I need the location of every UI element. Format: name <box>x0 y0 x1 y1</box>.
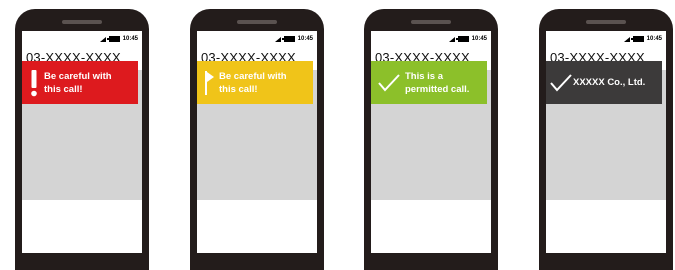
caller-id-banner: XXXXX Co., Ltd. <box>546 61 662 104</box>
home-indicator[interactable] <box>587 244 625 248</box>
flag-icon <box>203 69 215 97</box>
banner-line-1: Be careful with <box>219 70 287 82</box>
status-bar: 10:45 <box>448 34 487 44</box>
home-indicator[interactable] <box>63 244 101 248</box>
signal-icon <box>623 36 630 42</box>
exclamation-icon <box>28 69 40 97</box>
status-bar: 10:45 <box>99 34 138 44</box>
status-time: 10:45 <box>122 36 138 42</box>
caller-id-banner: Be careful with this call! <box>197 61 313 104</box>
banner-message: Be careful with this call! <box>44 70 112 96</box>
banner-line-2: this call! <box>219 83 258 95</box>
earpiece <box>411 20 451 24</box>
banner-line-1: Be careful with <box>44 70 112 82</box>
phone-2: 10:45 03-XXXX-XXXX Be careful with this … <box>190 9 324 270</box>
caller-id-banner: Be careful with this call! <box>22 61 138 104</box>
earpiece <box>62 20 102 24</box>
home-indicator[interactable] <box>238 244 276 248</box>
checkmark-icon <box>377 73 401 93</box>
battery-icon <box>106 36 120 42</box>
checkmark-icon <box>550 73 572 93</box>
home-indicator[interactable] <box>412 244 450 248</box>
phone-3: 10:45 03-XXXX-XXXX This is a permitted c… <box>364 9 498 270</box>
signal-icon <box>99 36 106 42</box>
battery-icon <box>455 36 469 42</box>
banner-message: This is a permitted call. <box>405 70 469 96</box>
caller-id-banner: This is a permitted call. <box>371 61 487 104</box>
phone-4: 10:45 03-XXXX-XXXX XXXXX Co., Ltd. <box>539 9 673 270</box>
signal-icon <box>274 36 281 42</box>
banner-line-2: permitted call. <box>405 83 470 95</box>
earpiece <box>586 20 626 24</box>
banner-message: Be careful with this call! <box>219 70 287 96</box>
phone-1: 10:45 03-XXXX-XXXX Be careful with this … <box>15 9 149 270</box>
banner-message: XXXXX Co., Ltd. <box>573 76 645 89</box>
banner-line-1: This is a <box>405 70 444 82</box>
banner-line-1: XXXXX Co., Ltd. <box>573 77 646 88</box>
status-bar: 10:45 <box>623 34 662 44</box>
earpiece <box>237 20 277 24</box>
status-time: 10:45 <box>297 36 313 42</box>
banner-line-2: this call! <box>44 83 83 95</box>
battery-icon <box>630 36 644 42</box>
signal-icon <box>448 36 455 42</box>
battery-icon <box>281 36 295 42</box>
status-time: 10:45 <box>646 36 662 42</box>
status-bar: 10:45 <box>274 34 313 44</box>
status-time: 10:45 <box>471 36 487 42</box>
